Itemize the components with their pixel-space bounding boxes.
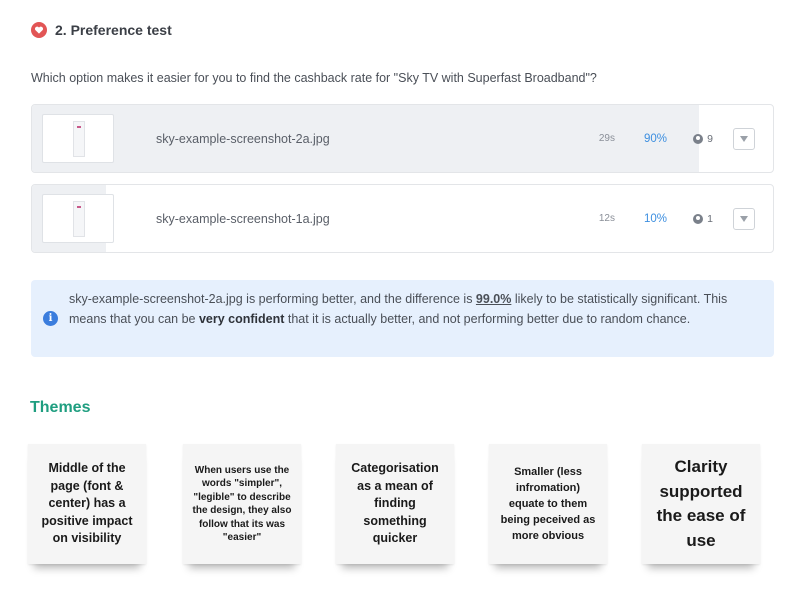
option-row-1a[interactable]: sky-example-screenshot-1a.jpg 12s 10% 1 (31, 184, 774, 253)
chevron-down-icon (740, 215, 748, 222)
expand-dropdown-button[interactable] (733, 127, 755, 150)
count-value: 9 (707, 132, 713, 145)
sticky-note-text: When users use the words "simpler", "leg… (192, 464, 292, 544)
sticky-note[interactable]: When users use the words "simpler", "leg… (183, 444, 301, 564)
option-percent: 90% (643, 132, 667, 145)
info-text-part: that it is actually better, and not perf… (284, 311, 691, 326)
chevron-down-icon (740, 135, 748, 142)
significance-text: sky-example-screenshot-2a.jpg is perform… (69, 290, 759, 329)
significance-info-box: i sky-example-screenshot-2a.jpg is perfo… (31, 280, 774, 357)
option-filename: sky-example-screenshot-2a.jpg (156, 131, 330, 146)
option-filename: sky-example-screenshot-1a.jpg (156, 211, 330, 226)
sticky-note-text: Categorisation as a mean of finding some… (351, 461, 439, 546)
option-time: 12s (598, 213, 615, 224)
sticky-note[interactable]: Clarity supported the ease of use (642, 444, 760, 564)
info-text-part: sky-example-screenshot-2a.jpg is perform… (69, 292, 476, 306)
sticky-note-text: Smaller (less infromation) equate to the… (500, 466, 596, 542)
screenshot-thumbnail[interactable] (42, 114, 114, 163)
expand-dropdown-button[interactable] (733, 207, 755, 230)
option-percent: 10% (643, 212, 667, 225)
sticky-note[interactable]: Categorisation as a mean of finding some… (336, 444, 454, 564)
option-time: 29s (598, 133, 615, 144)
sticky-note-text: Middle of the page (font & center) has a… (41, 461, 133, 546)
sticky-note[interactable]: Middle of the page (font & center) has a… (28, 444, 146, 564)
significance-percent: 99.0% (475, 292, 512, 306)
section-header: 2. Preference test (31, 22, 172, 38)
section-title: 2. Preference test (55, 22, 172, 38)
user-icon (693, 133, 704, 144)
option-count: 1 (667, 213, 713, 225)
info-icon: i (43, 311, 58, 326)
confidence-emphasis: very confident (198, 311, 285, 326)
user-icon (693, 213, 704, 224)
question-text: Which option makes it easier for you to … (31, 71, 597, 85)
heart-icon (31, 22, 47, 38)
option-row-2a[interactable]: sky-example-screenshot-2a.jpg 29s 90% 9 (31, 104, 774, 173)
option-count: 9 (667, 133, 713, 145)
count-value: 1 (707, 212, 713, 225)
screenshot-thumbnail[interactable] (42, 194, 114, 243)
themes-heading: Themes (30, 399, 91, 416)
sticky-note[interactable]: Smaller (less infromation) equate to the… (489, 444, 607, 564)
sticky-note-text: Clarity supported the ease of use (656, 457, 746, 550)
